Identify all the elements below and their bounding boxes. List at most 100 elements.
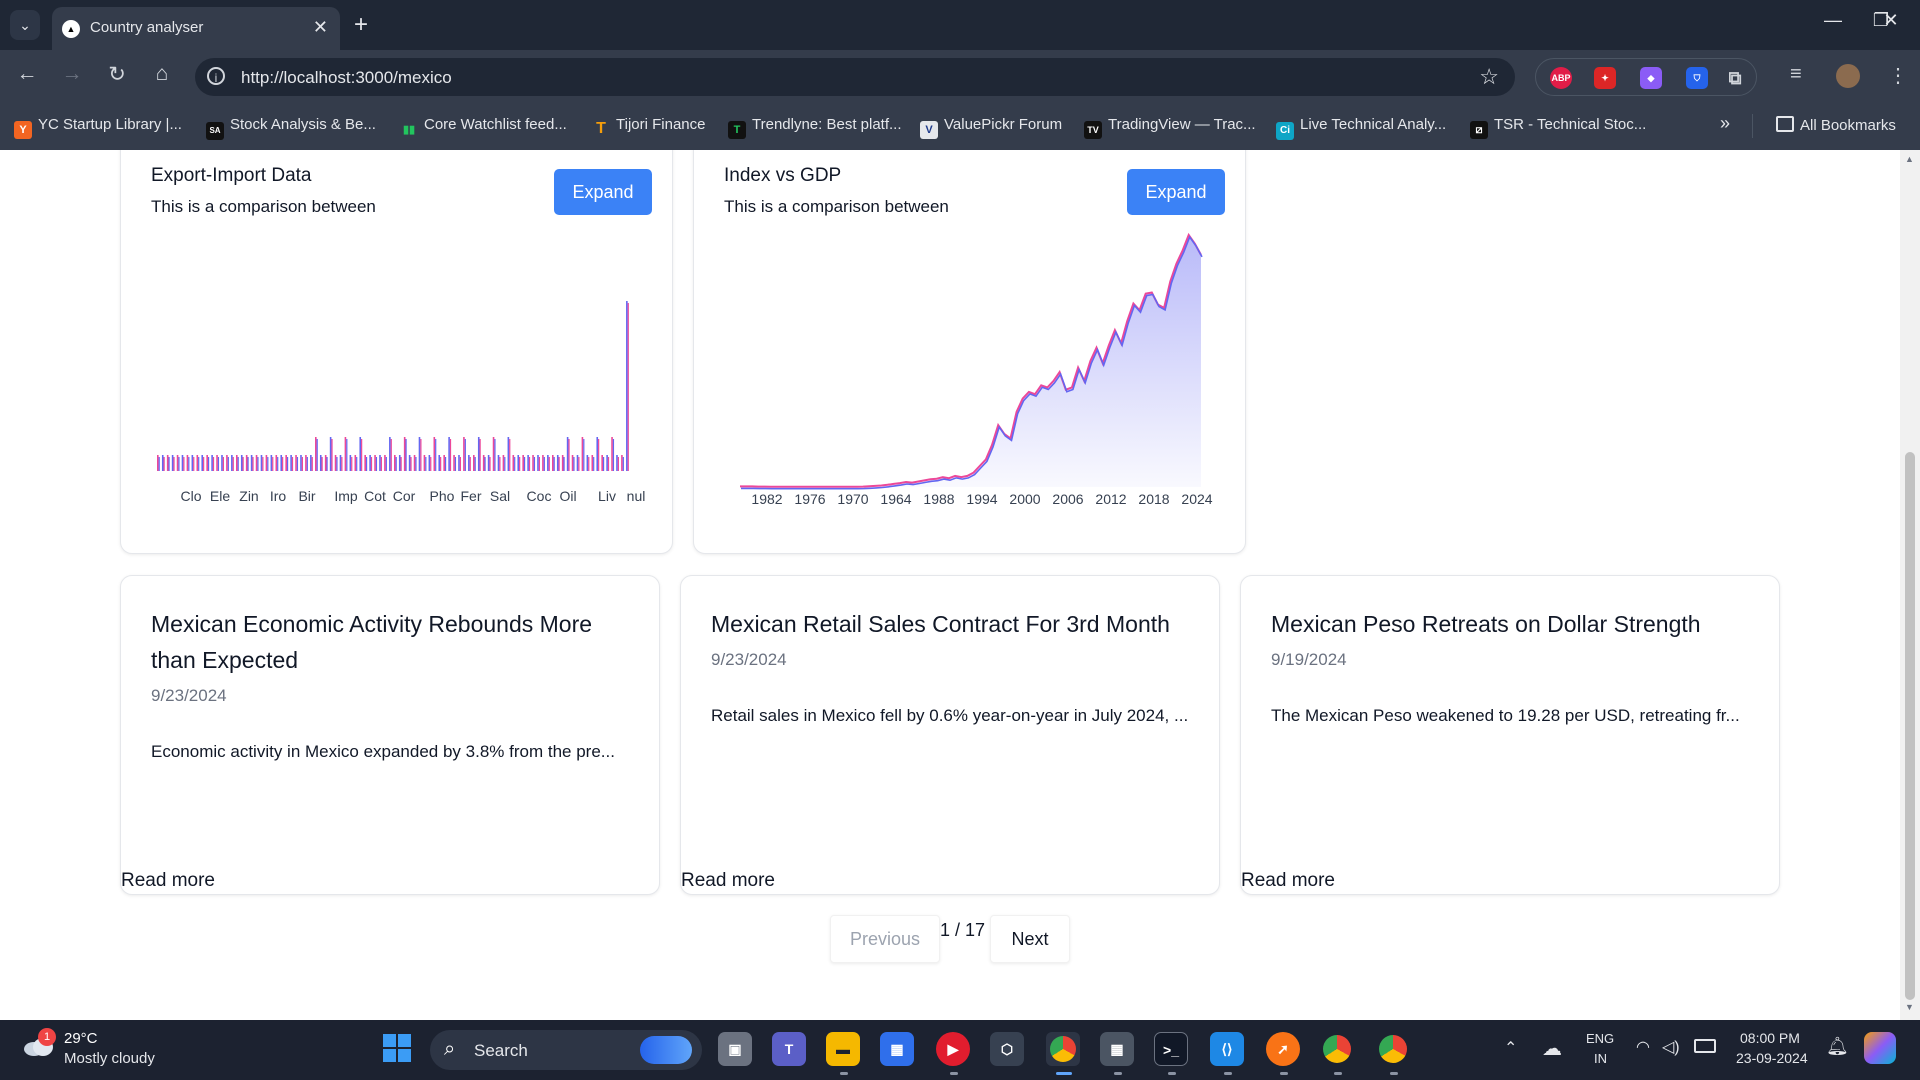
- bookmark-stock-analysis[interactable]: SA Stock Analysis & Be...: [206, 116, 376, 140]
- bar: [448, 437, 450, 471]
- postman-icon[interactable]: ➚: [1266, 1032, 1300, 1066]
- language-bottom[interactable]: IN: [1594, 1051, 1607, 1066]
- bar: [163, 457, 165, 471]
- bookmark-tijori-finance[interactable]: T Tijori Finance: [592, 116, 705, 138]
- minimize-button[interactable]: —: [1818, 10, 1848, 31]
- teams-icon[interactable]: T: [772, 1032, 806, 1066]
- taskbar-search[interactable]: ⌕ Search: [430, 1030, 702, 1070]
- tab-search-button[interactable]: ⌄: [10, 10, 40, 40]
- read-more-link[interactable]: Read more: [681, 870, 775, 892]
- weather-temperature[interactable]: 29°C: [64, 1030, 98, 1047]
- scroll-up-icon[interactable]: ▲: [1905, 154, 1914, 164]
- extensions-group: ABP ✦ ◆ ⛉ ⧉: [1535, 58, 1757, 96]
- clock-time[interactable]: 08:00 PM: [1740, 1030, 1800, 1046]
- calculator-icon[interactable]: ▦: [1100, 1032, 1134, 1066]
- extension-shield-icon[interactable]: ⛉: [1686, 67, 1708, 89]
- extension-color-icon[interactable]: ◆: [1640, 67, 1662, 89]
- x-tick-label: Clo: [180, 488, 201, 504]
- read-more-link[interactable]: Read more: [1241, 870, 1335, 892]
- tab-country-analyser[interactable]: ▲ Country analyser ✕: [52, 7, 340, 50]
- home-button[interactable]: ⌂: [147, 62, 177, 86]
- x-tick-label: 1988: [923, 491, 954, 507]
- tab-title: Country analyser: [90, 19, 204, 36]
- bar: [558, 457, 560, 471]
- microsoft-store-icon[interactable]: ▦: [880, 1032, 914, 1066]
- youtube-music-icon[interactable]: ▶: [936, 1032, 970, 1066]
- bar: [563, 457, 565, 471]
- windows-start-icon[interactable]: [380, 1033, 414, 1067]
- bar: [227, 457, 229, 471]
- bookmark-trendlyne[interactable]: T Trendlyne: Best platf...: [728, 116, 902, 139]
- bookmark-tradingview[interactable]: TV TradingView — Trac...: [1084, 116, 1256, 139]
- onedrive-cloud-icon[interactable]: ☁: [1542, 1036, 1562, 1061]
- tab-close-icon[interactable]: ✕: [313, 17, 328, 38]
- bookmark-label: TradingView — Trac...: [1108, 116, 1256, 133]
- extension-red-icon[interactable]: ✦: [1594, 67, 1616, 89]
- ci-icon: Ci: [1276, 122, 1294, 140]
- weather-notification-badge: 1: [38, 1028, 56, 1046]
- bar: [400, 457, 402, 471]
- news-title[interactable]: Mexican Economic Activity Rebounds More …: [151, 606, 631, 678]
- bar: [611, 437, 613, 471]
- address-bar[interactable]: i http://localhost:3000/mexico ☆: [195, 58, 1515, 96]
- bookmark-yc-startup-library[interactable]: Y YC Startup Library |...: [14, 116, 182, 139]
- bar: [161, 455, 164, 471]
- bar: [395, 457, 397, 471]
- bar: [591, 455, 594, 471]
- bookmark-tsr-technical[interactable]: ⧄ TSR - Technical Stoc...: [1470, 116, 1647, 139]
- file-explorer-icon[interactable]: ▬: [826, 1032, 860, 1066]
- tray-chevron-up-icon[interactable]: ⌃: [1504, 1038, 1517, 1058]
- bookmark-label: TSR - Technical Stoc...: [1494, 116, 1647, 133]
- chrome-active-icon[interactable]: [1046, 1032, 1080, 1066]
- terminal-icon[interactable]: >_: [1154, 1032, 1188, 1066]
- news-title[interactable]: Mexican Retail Sales Contract For 3rd Mo…: [711, 606, 1191, 642]
- bar: [321, 457, 323, 471]
- read-more-link[interactable]: Read more: [121, 870, 215, 892]
- site-info-icon[interactable]: i: [207, 67, 225, 85]
- extensions-puzzle-icon[interactable]: ⧉: [1724, 67, 1746, 89]
- wifi-icon[interactable]: ◠: [1636, 1037, 1650, 1057]
- bar: [277, 457, 279, 471]
- more-bookmarks-icon[interactable]: »: [1720, 113, 1730, 135]
- bar: [509, 439, 511, 471]
- chrome-profile-2-icon[interactable]: [1376, 1032, 1410, 1066]
- x-tick-label: Cot: [364, 488, 386, 504]
- bookmark-core-watchlist[interactable]: ▮▮ Core Watchlist feed...: [400, 116, 567, 138]
- bar: [440, 457, 442, 471]
- adblock-extension-icon[interactable]: ABP: [1550, 67, 1572, 89]
- bookmark-star-icon[interactable]: ☆: [1479, 64, 1499, 90]
- language-top[interactable]: ENG: [1586, 1031, 1614, 1046]
- task-view-icon[interactable]: ▣: [718, 1032, 752, 1066]
- clock-date[interactable]: 23-09-2024: [1736, 1050, 1808, 1066]
- scrollbar-thumb[interactable]: [1905, 452, 1915, 1000]
- battery-icon[interactable]: [1694, 1039, 1716, 1053]
- running-indicator: [950, 1072, 958, 1075]
- url-text[interactable]: http://localhost:3000/mexico: [241, 68, 452, 88]
- bookmark-live-technical-analysis[interactable]: Ci Live Technical Analy...: [1276, 116, 1446, 140]
- news-title[interactable]: Mexican Peso Retreats on Dollar Strength: [1271, 606, 1751, 642]
- app-hexagon-icon[interactable]: ⬡: [990, 1032, 1024, 1066]
- media-control-icon[interactable]: ≡: [1790, 63, 1802, 86]
- profile-avatar[interactable]: [1836, 64, 1860, 88]
- new-tab-button[interactable]: +: [354, 10, 368, 40]
- vscode-icon[interactable]: ⟨⟩: [1210, 1032, 1244, 1066]
- browser-menu-icon[interactable]: ⋮: [1888, 63, 1908, 88]
- weather-description[interactable]: Mostly cloudy: [64, 1050, 155, 1067]
- page-scrollbar[interactable]: ▲ ▼: [1900, 150, 1920, 1020]
- notification-bell-icon[interactable]: 🔔︎: [1826, 1036, 1849, 1057]
- bar: [329, 437, 332, 471]
- next-page-button[interactable]: Next: [990, 915, 1070, 963]
- back-button[interactable]: ←: [12, 62, 42, 86]
- previous-page-button[interactable]: Previous: [830, 915, 940, 963]
- bar: [420, 439, 422, 471]
- copilot-icon[interactable]: [1864, 1032, 1896, 1064]
- reload-button[interactable]: ↻: [102, 62, 132, 87]
- bookmarks-divider: [1752, 114, 1753, 138]
- forward-button[interactable]: →: [57, 62, 87, 86]
- chrome-profile-icon[interactable]: [1320, 1032, 1354, 1066]
- scroll-down-icon[interactable]: ▼: [1905, 1002, 1914, 1012]
- volume-icon[interactable]: ◁): [1662, 1037, 1680, 1057]
- close-window-icon[interactable]: ✕: [1876, 10, 1906, 31]
- bookmark-valuepickr[interactable]: V ValuePickr Forum: [920, 116, 1062, 139]
- all-bookmarks-button[interactable]: All Bookmarks: [1776, 116, 1896, 138]
